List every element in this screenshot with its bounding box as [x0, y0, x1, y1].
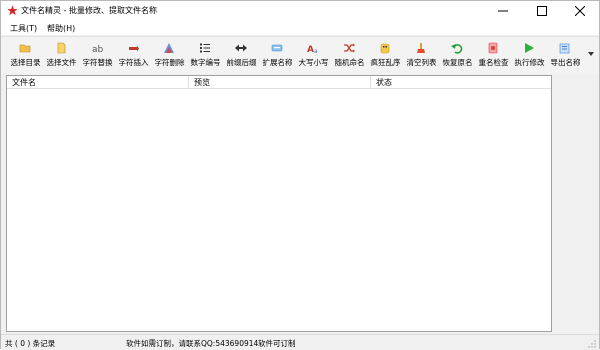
window-title: 文件名精灵 - 批量修改、提取文件名称: [21, 6, 157, 15]
clear-list-icon: [417, 43, 425, 53]
custom-contact-text: 软件如需订制，请联系QQ:543690914: [126, 339, 259, 348]
export-names-button[interactable]: 导出名称: [547, 40, 584, 72]
menu-help[interactable]: 帮助(H): [47, 23, 75, 34]
file-icon: [57, 42, 66, 54]
play-icon: [525, 43, 534, 53]
toolbar-overflow-icon[interactable]: [588, 51, 594, 57]
shuffle-crazy-icon: [380, 43, 390, 54]
svg-text:ab: ab: [92, 45, 103, 54]
column-header-filename[interactable]: 文件名: [7, 76, 189, 89]
menu-bar: 工具(T) 帮助(H): [1, 20, 599, 35]
toolbar: 选择目录 选择文件 ab 字符替换 字符插入 字符删除 数字编号 前缀后缀 扩展: [1, 36, 599, 74]
minimize-icon: [498, 10, 508, 12]
text-replace-icon: ab: [92, 45, 103, 54]
maximize-icon: [537, 6, 547, 16]
extension-icon: [271, 44, 283, 52]
folder-open-icon: [19, 44, 31, 53]
column-header-status[interactable]: 状态: [371, 76, 551, 89]
export-names-label: 导出名称: [550, 58, 581, 67]
text-insert-icon: [129, 45, 139, 52]
app-star-icon: [7, 5, 18, 16]
close-icon: [575, 6, 585, 16]
undo-icon: [451, 44, 463, 54]
numbered-list-icon: [200, 43, 210, 53]
shuffle-icon: [344, 43, 355, 53]
arrows-left-right-icon: [235, 44, 247, 52]
resize-grip-icon[interactable]: [588, 340, 596, 348]
status-bar: 共 ( 0 ) 条记录 软件如需订制，请联系QQ:543690914 软件可订制: [1, 334, 599, 350]
menu-tools[interactable]: 工具(T): [10, 23, 37, 34]
file-list[interactable]: 文件名 预览 状态: [6, 75, 552, 332]
minimize-button[interactable]: [487, 1, 520, 20]
column-header-preview[interactable]: 预览: [189, 76, 371, 89]
maximize-button[interactable]: [526, 1, 559, 20]
customizable-text: 软件可订制: [258, 339, 296, 348]
case-icon: Aa: [307, 45, 318, 54]
close-button[interactable]: [564, 1, 597, 20]
export-icon: [559, 43, 570, 54]
record-count: 共 ( 0 ) 条记录: [5, 339, 56, 348]
svg-text:a: a: [314, 48, 318, 54]
title-bar: 文件名精灵 - 批量修改、提取文件名称: [1, 1, 599, 20]
app-window: 文件名精灵 - 批量修改、提取文件名称 工具(T) 帮助(H) 选择目录 选择文…: [0, 0, 600, 350]
svg-text:A: A: [307, 45, 314, 54]
duplicate-check-icon: [488, 42, 498, 54]
text-delete-icon: [164, 43, 174, 53]
